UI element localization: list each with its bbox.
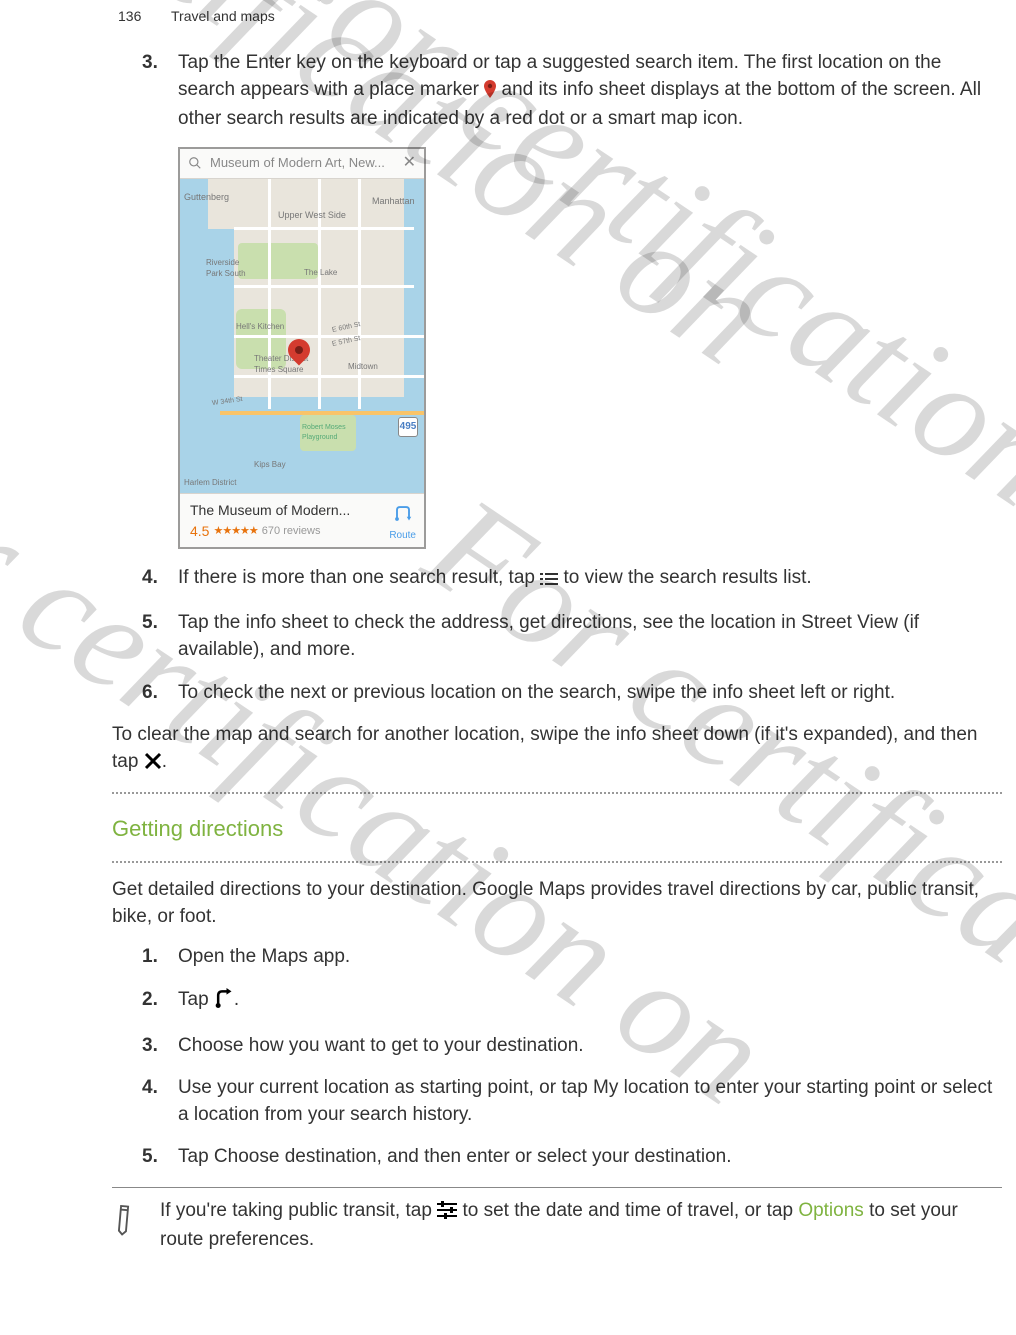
step-number: 3. xyxy=(142,1033,158,1060)
map-label: Hell's Kitchen xyxy=(236,321,284,332)
map-label: Harlem District xyxy=(184,477,236,488)
map-search-bar[interactable]: Museum of Modern Art, New... ✕ xyxy=(180,149,424,179)
stars-icon: ★★★★★ xyxy=(213,524,257,539)
step-text: . xyxy=(234,989,239,1010)
step-text: Tap the info sheet to check the address,… xyxy=(178,612,919,660)
map-label: Kips Bay xyxy=(254,459,286,470)
note-text: to set the date and time of travel, or t… xyxy=(457,1200,798,1221)
map-label: Robert Moses Playground xyxy=(302,423,352,443)
page-number: 136 xyxy=(118,8,141,24)
section-heading: Getting directions xyxy=(112,814,1002,845)
section-name: Travel and maps xyxy=(171,8,275,24)
place-rating: 4.5 ★★★★★ 670 reviews xyxy=(190,522,414,542)
step-text: Use your current location as starting po… xyxy=(178,1077,593,1098)
list-icon xyxy=(540,568,558,595)
map-label: E 60th St xyxy=(331,320,361,336)
step-text: Tap xyxy=(178,1146,214,1167)
page-header: 136 Travel and maps xyxy=(118,8,275,24)
step-number: 4. xyxy=(142,1075,158,1102)
route-icon xyxy=(389,504,416,529)
choose-destination-label: Choose destination xyxy=(214,1146,377,1167)
step-text: , and then enter or select your destinat… xyxy=(377,1146,732,1167)
note-text: If you're taking public transit, tap xyxy=(160,1200,437,1221)
enter-key: Enter xyxy=(246,52,291,73)
step-number: 4. xyxy=(142,565,158,592)
my-location-label: My location xyxy=(593,1077,689,1098)
map-label: Guttenberg xyxy=(184,191,229,204)
info-sheet[interactable]: The Museum of Modern... 4.5 ★★★★★ 670 re… xyxy=(180,493,424,549)
step-text: Tap xyxy=(178,989,214,1010)
step-text: To check the next or previous location o… xyxy=(178,682,895,703)
map-label: The Lake xyxy=(304,267,337,278)
options-label: Options xyxy=(798,1200,863,1221)
map-label: Riverside Park South xyxy=(206,257,246,279)
step-text: Choose how you want to get to your desti… xyxy=(178,1035,584,1056)
route-label: Route xyxy=(389,529,416,543)
route-button[interactable]: Route xyxy=(389,504,416,543)
paragraph: To clear the map and search for another … xyxy=(112,722,1002,778)
map-label: Midtown xyxy=(348,361,378,372)
step-number: 1. xyxy=(142,944,158,971)
options-icon xyxy=(437,1201,457,1228)
step-number: 5. xyxy=(142,1144,158,1171)
close-icon xyxy=(144,752,162,779)
paragraph: Get detailed directions to your destinat… xyxy=(112,877,1002,930)
rating-value: 4.5 xyxy=(190,522,209,542)
map-label: Upper West Side xyxy=(278,209,346,222)
map-screenshot: Museum of Modern Art, New... ✕ Guttenber… xyxy=(178,147,426,549)
interstate-shield-icon: 495 xyxy=(398,417,418,437)
step-text: If there is more than one search result,… xyxy=(178,567,540,588)
step-number: 3. xyxy=(142,50,158,77)
step-text: to view the search results list. xyxy=(558,567,811,588)
map-canvas[interactable]: Guttenberg Upper West Side Manhattan Riv… xyxy=(180,179,424,493)
directions-icon xyxy=(214,988,234,1017)
step-number: 5. xyxy=(142,610,158,637)
map-label: Manhattan xyxy=(372,195,415,208)
reviews-count: 670 reviews xyxy=(262,524,321,539)
search-text: Museum of Modern Art, New... xyxy=(210,154,399,172)
step-number: 2. xyxy=(142,987,158,1014)
step-text: Open the Maps app. xyxy=(178,946,350,967)
pin-icon xyxy=(484,80,496,107)
step-text: Tap the xyxy=(178,52,246,73)
place-title: The Museum of Modern... xyxy=(190,501,414,521)
search-icon xyxy=(188,156,202,170)
clear-search-icon[interactable]: ✕ xyxy=(403,152,416,174)
note-callout: If you're taking public transit, tap to … xyxy=(112,1187,1002,1264)
step-number: 6. xyxy=(142,680,158,707)
